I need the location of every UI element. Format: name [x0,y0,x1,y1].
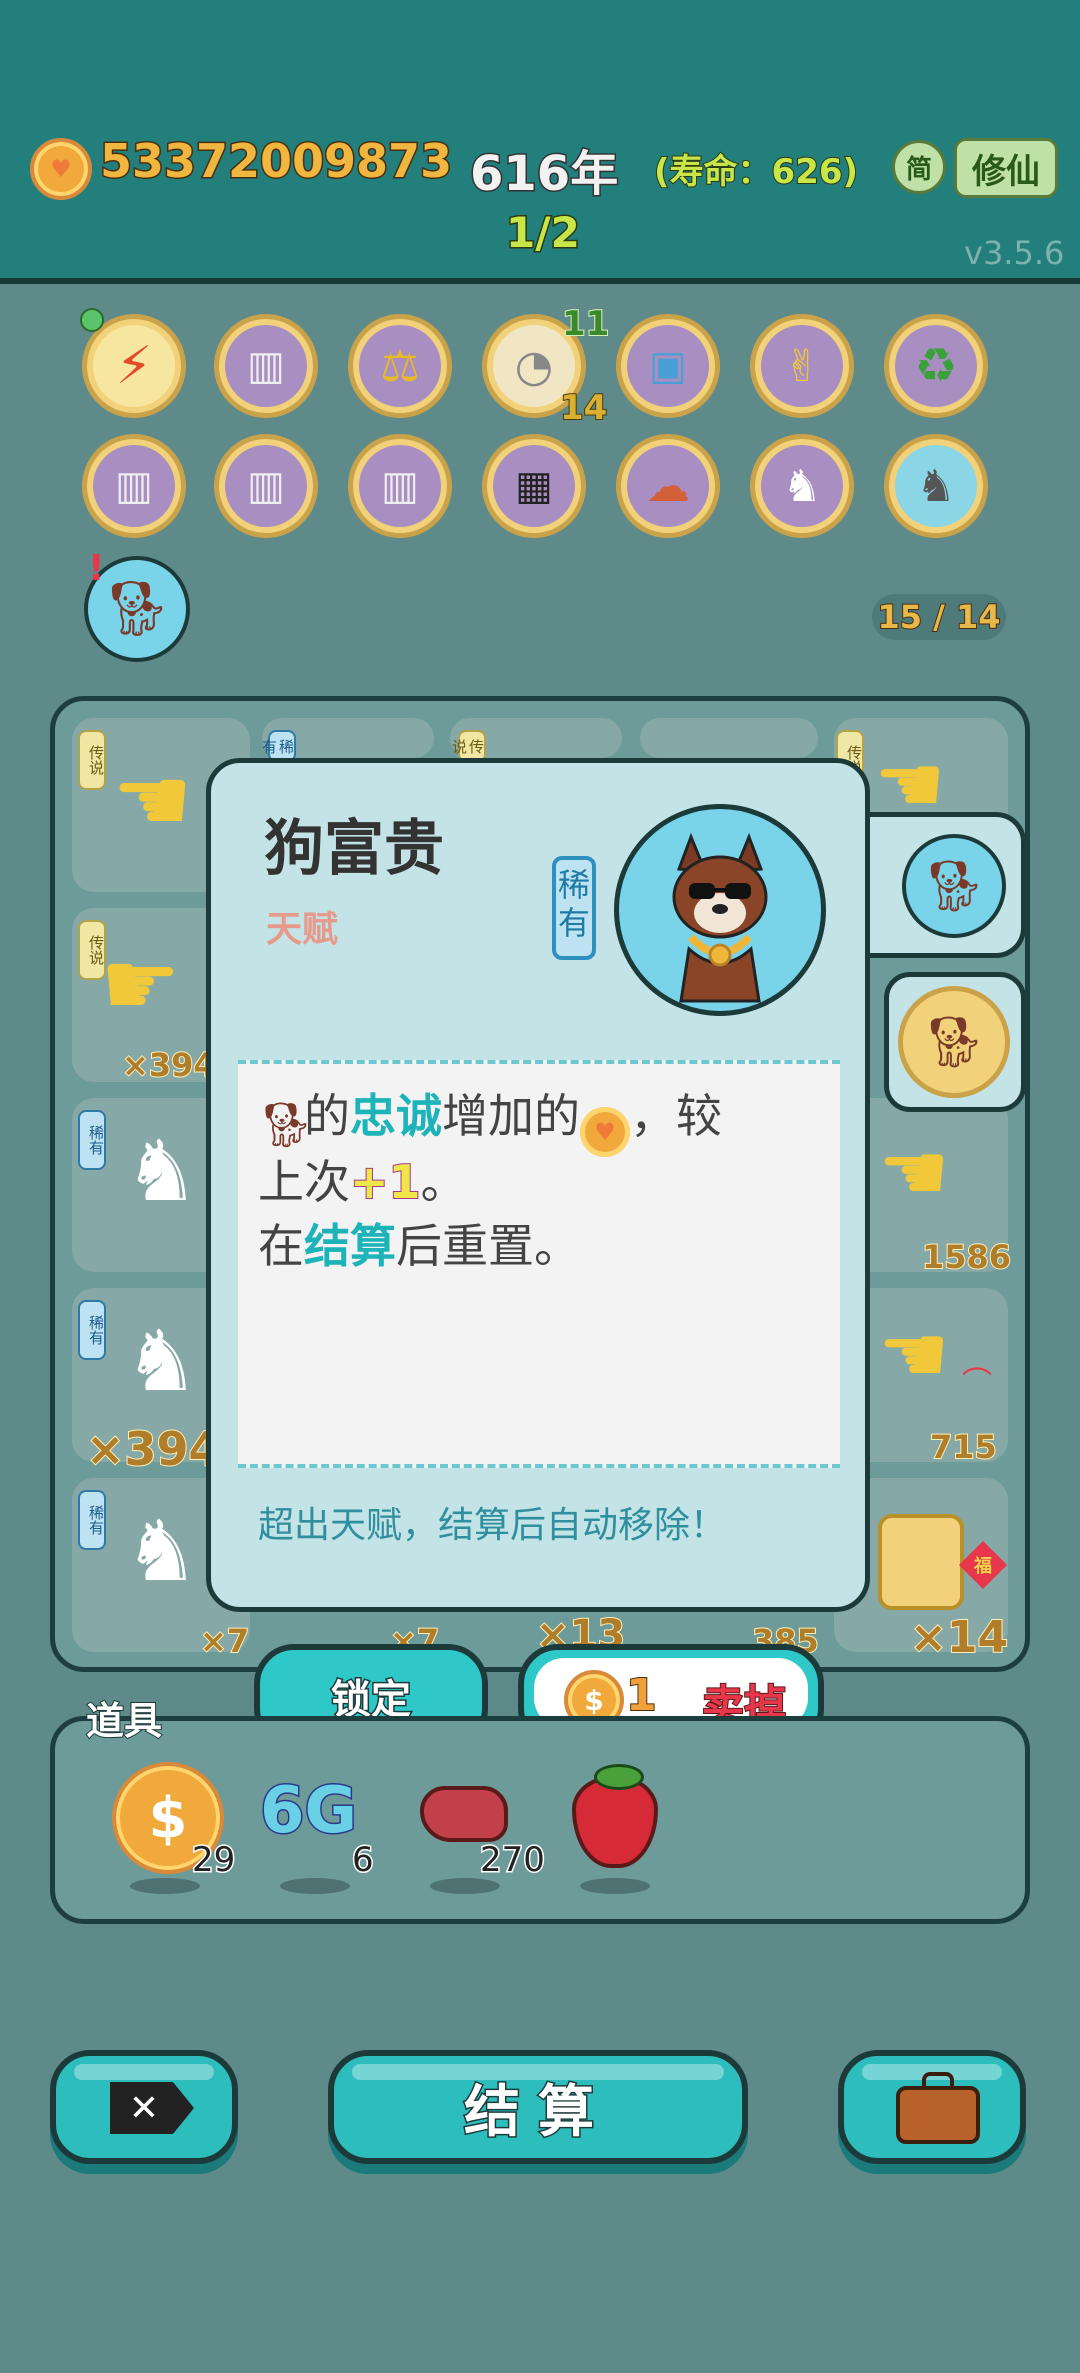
rabbit-icon: ♞ [124,1122,200,1220]
tool-count: 6 [351,1839,376,1882]
relic-chip[interactable]: ▦ [482,434,586,538]
dog-inline-icon: 🐕︎ [258,1100,314,1151]
briefcase-handle [922,2072,954,2090]
talent-overflow-note: 超出天赋，结算后自动移除！ [258,1505,727,1546]
rare-tag: 稀有 [78,1300,106,1360]
simplified-mode-label: 简 [905,154,932,185]
round-counter: 1/2 [505,207,582,259]
item-count: ×394 [85,1421,222,1477]
item-count: ×14 [909,1611,1009,1664]
pointing-hand-icon: ☛ [100,932,181,1037]
relic-husky[interactable]: ♞ [884,434,988,538]
item-count: ×7 [199,1621,250,1661]
description-line-3: 在结算后重置。 [258,1219,580,1273]
item-shadow [430,1878,500,1894]
item-shadow [130,1878,200,1894]
slot-counter: 15 / 14 [876,597,1001,637]
briefcase-icon [896,2086,980,2144]
heart-coin-inline-icon: ♥ [580,1107,630,1157]
liver-icon[interactable] [420,1786,508,1842]
description-line-2: 上次+1。 [258,1154,467,1210]
tool-count: 270 [479,1839,547,1882]
dog-icon: 🐕︎ [922,856,986,915]
alert-icon: ! [88,548,105,589]
briefcase-button[interactable] [838,2050,1026,2164]
relic-skirt-3[interactable]: ▥ [214,434,318,538]
rabbit-icon: ♞ [124,1502,200,1600]
relic-mushroom-cloud[interactable]: ☁ [616,434,720,538]
item-type: 天赋 [266,909,339,950]
item-portrait [614,804,826,1016]
cultivation-button[interactable]: 修仙 [954,138,1058,198]
dog-icon: 🐕︎ [102,577,172,640]
lightning-icon: ⚡ [115,336,153,396]
dog-relic-tab-portrait: 🐕︎ [898,986,1010,1098]
lifespan-label: (寿命：626) [653,151,859,193]
settle-button-label: 结算 [463,2078,612,2146]
pointing-hand-icon: ☚ [878,1308,950,1401]
rare-tag: 稀有 [78,1110,106,1170]
item-shadow [280,1878,350,1894]
relic-skirt-2[interactable]: ▥ [82,434,186,538]
relic-tissue[interactable]: ▣ [616,314,720,418]
recycle-icon: ♻ [914,338,958,394]
tools-label: 道具 [85,1698,163,1744]
rabbit-icon: ♞ [124,1312,200,1410]
skirt-icon: ▥ [381,463,419,509]
strawberry-leaf-icon [594,1764,644,1790]
close-icon: ✕ [110,2082,194,2134]
husky-icon: ♞ [916,460,956,512]
relic-skirt-1[interactable]: ▥ [214,314,318,418]
item-count: 1586 [921,1237,1012,1277]
chip-icon: ▦ [515,463,553,509]
mushroom-cloud-icon: ☁ [646,460,690,512]
rare-tag: 稀有 [78,1490,106,1550]
rainbow-icon: ⌒ [962,1366,992,1401]
item-count: ×394 [121,1045,217,1085]
sell-price: 1 [625,1669,658,1722]
dog-icon: 🐕︎ [922,1012,986,1071]
gacha-machine-icon [878,1514,964,1610]
cancel-button[interactable]: ✕ [50,2050,238,2164]
6g-icon[interactable]: 6G [258,1773,358,1850]
dog-tab-portrait: 🐕︎ [902,834,1006,938]
pin-icon [80,308,104,332]
skirt-icon: ▥ [247,343,285,389]
slot-counter-badge: 15 / 14 [872,594,1006,640]
skirt-icon: ▥ [247,463,285,509]
tool-count: 29 [190,1839,236,1882]
cultivation-button-label: 修仙 [972,151,1040,192]
dog-portrait-icon [620,810,820,1010]
item-shadow [580,1878,650,1894]
board-cell[interactable] [640,718,818,758]
rabbit-icon: ♞ [782,460,822,512]
item-count: 715 [929,1427,998,1467]
gold-heart-coin-icon: ♥ [30,138,92,200]
relic-recycle[interactable]: ♻ [884,314,988,418]
relic-balance[interactable]: ⚖ [348,314,452,418]
relic-skirt-4[interactable]: ▥ [348,434,452,538]
pointing-hand-icon: ☚ [112,748,193,853]
year-counter: 616年 [468,145,619,204]
item-title: 狗富贵 [264,814,444,884]
shell-top-count: 11 [561,303,610,345]
relic-rock-hand[interactable]: ✌ [750,314,854,418]
top-bar-divider [0,278,1080,284]
version-label: v3.5.6 [964,234,1065,272]
tissue-icon: ▣ [649,343,687,389]
balance-icon: ⚖ [380,340,420,392]
pointing-hand-icon: ☚ [878,1126,950,1219]
legend-tag: 传说 [78,730,106,790]
rarity-badge: 稀有 [552,856,596,960]
skirt-icon: ▥ [115,463,153,509]
shell-icon: ◔ [514,340,554,392]
shell-bottom-count: 14 [559,387,608,429]
simplified-mode-button[interactable]: 简 [892,140,946,194]
gold-amount: 53372009873 [98,133,453,190]
settle-button[interactable]: 结算 [328,2050,748,2164]
rock-hand-icon: ✌ [783,340,821,392]
relic-rabbit[interactable]: ♞ [750,434,854,538]
